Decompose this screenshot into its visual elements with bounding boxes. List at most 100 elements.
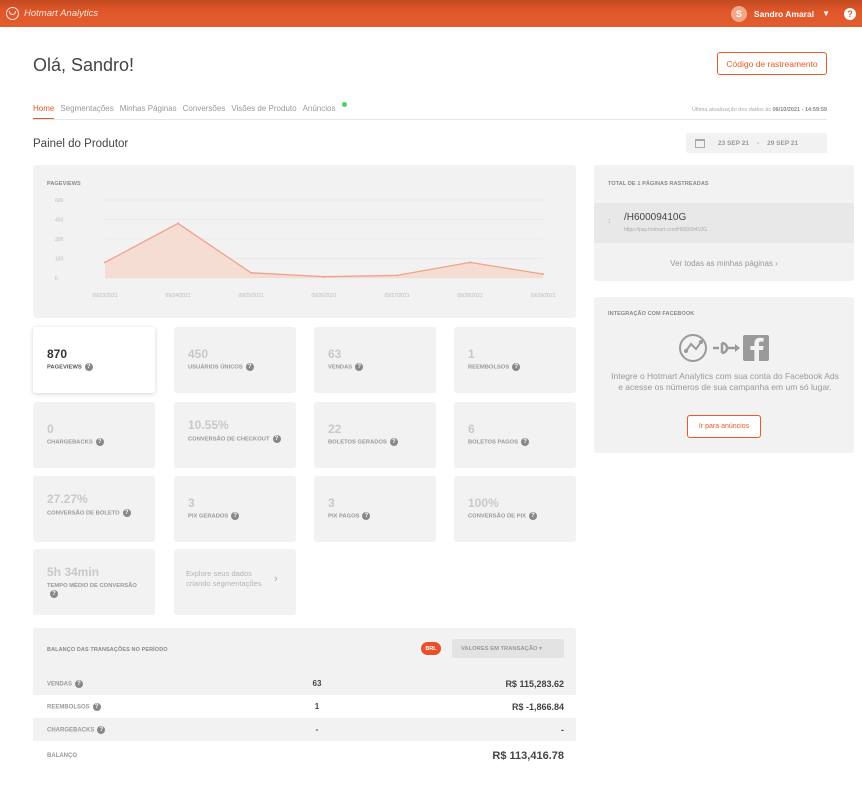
help-icon[interactable]: ? xyxy=(389,438,398,446)
data-point[interactable] xyxy=(250,271,252,274)
values-select[interactable]: VALORES EM TRANSAÇÃO ▾ xyxy=(452,639,564,658)
x-tick-label: 09/29/2021 xyxy=(530,293,555,299)
help-icon[interactable]: ? xyxy=(362,512,371,520)
stat-card[interactable]: 6 BOLETOS PAGOS? xyxy=(454,402,576,468)
tabs-divider xyxy=(33,119,827,120)
stat-label: CHARGEBACKS? xyxy=(47,438,147,447)
row-label-text: REEMBOLSOS xyxy=(47,704,90,711)
chevron-down-icon[interactable]: ▼ xyxy=(822,9,830,18)
x-tick-label: 09/24/2021 xyxy=(165,293,190,299)
help-icon[interactable]: ? xyxy=(122,509,131,517)
stat-label-text: CONVERSÃO DE PIX xyxy=(468,513,526,520)
balance-title: BALANÇO DAS TRANSAÇÕES NO PERÍODO xyxy=(47,647,168,653)
page-greeting: Olá, Sandro! xyxy=(33,55,135,75)
stat-label-text: TEMPO MÉDIO DE CONVERSÃO xyxy=(47,583,137,589)
help-icon[interactable]: ? xyxy=(84,363,93,371)
stat-card[interactable]: 870 PAGEVIEWS? xyxy=(33,327,155,393)
total-amount: R$ 113,416.78 xyxy=(492,749,564,762)
page-index: 1 xyxy=(608,219,611,225)
stat-card[interactable]: 450 USUÁRIOS ÚNICOS? xyxy=(174,327,296,393)
x-tick-label: 09/26/2021 xyxy=(311,293,336,299)
data-point[interactable] xyxy=(323,275,325,278)
stat-label: TEMPO MÉDIO DE CONVERSÃO? xyxy=(47,582,147,599)
stat-label-text: PIX PAGOS xyxy=(328,513,360,520)
help-icon[interactable]: ? xyxy=(521,438,530,446)
help-icon[interactable]: ? xyxy=(50,590,58,598)
stat-value: 5h 34min xyxy=(47,565,100,579)
help-icon[interactable]: ? xyxy=(231,512,240,520)
stat-card[interactable]: 27.27% CONVERSÃO DE BOLETO? xyxy=(33,476,155,542)
data-point[interactable] xyxy=(104,261,106,264)
stat-label-text: CONVERSÃO DE BOLETO xyxy=(47,510,120,517)
page-url: https://pay.hotmart.com/H60009410G xyxy=(624,227,708,233)
user-name: Sandro Amaral xyxy=(753,8,815,19)
date-end: 29 SEP 21 xyxy=(767,139,799,147)
pageviews-chart-panel: PAGEVIEWS 600 450 300 150 0 09/23/2021 09/24/2… xyxy=(33,165,576,318)
date-separator: - xyxy=(756,139,760,147)
stat-label-text: VENDAS xyxy=(328,364,353,371)
total-label: BALANÇO xyxy=(47,752,77,759)
help-icon[interactable]: ? xyxy=(272,435,281,443)
tab-segmentacoes[interactable]: Segmentações xyxy=(60,104,113,113)
brand[interactable]: Hotmart Analytics xyxy=(6,7,98,20)
stat-label-text: BOLETOS GERADOS xyxy=(328,439,387,446)
stat-label: CONVERSÃO DE PIX? xyxy=(468,512,568,521)
help-icon[interactable]: ? xyxy=(75,679,84,688)
data-point[interactable] xyxy=(542,273,544,276)
tab-conversoes[interactable]: Conversões xyxy=(183,104,226,113)
pageviews-area xyxy=(105,223,543,278)
help-icon[interactable]: ? xyxy=(95,438,104,446)
y-tick-label: 450 xyxy=(55,218,64,224)
stat-card[interactable]: 5h 34min TEMPO MÉDIO DE CONVERSÃO? xyxy=(33,549,155,615)
stat-card[interactable]: 63 VENDAS? xyxy=(314,327,436,393)
explore-segmentations-card[interactable]: Explore seus dados criando segmentações … xyxy=(174,549,296,615)
balance-row: REEMBOLSOS? 1 R$ -1,866.84 xyxy=(33,695,576,718)
tab-anuncios[interactable]: Anúncios xyxy=(303,102,348,113)
go-to-ads-button[interactable]: Ir para anúncios xyxy=(687,415,761,438)
help-icon[interactable]: ? xyxy=(355,363,364,371)
list-item[interactable]: 1 /H60009410G https://pay.hotmart.com/H6… xyxy=(594,203,854,243)
row-count: 63 xyxy=(312,679,322,688)
data-point[interactable] xyxy=(177,222,179,225)
tab-home[interactable]: Home xyxy=(33,104,55,120)
user-menu[interactable]: S Sandro Amaral ▼ ? xyxy=(730,5,856,22)
stat-value: 63 xyxy=(328,347,342,361)
integration-icons xyxy=(679,334,769,362)
stat-value: 3 xyxy=(188,496,195,510)
tracking-code-button[interactable]: Código de rastreamento xyxy=(717,52,827,75)
help-icon[interactable]: ? xyxy=(528,512,537,520)
balance-header: BALANÇO DAS TRANSAÇÕES NO PERÍODO BRL VA… xyxy=(33,628,576,672)
stat-card[interactable]: 100% CONVERSÃO DE PIX? xyxy=(454,476,576,542)
stat-card[interactable]: 3 PIX PAGOS? xyxy=(314,476,436,542)
stat-value: 0 xyxy=(47,422,54,436)
stat-card[interactable]: 1 REEMBOLSOS? xyxy=(454,327,576,393)
brand-name: Hotmart Analytics xyxy=(24,8,99,19)
calendar-icon xyxy=(695,138,705,148)
tab-visoes-produto[interactable]: Visões de Produto xyxy=(231,104,296,113)
stat-value: 6 xyxy=(468,422,475,436)
page-title: Painel do Produtor xyxy=(33,138,129,150)
see-all-pages-link[interactable]: Ver todas as minhas páginas › xyxy=(594,259,854,268)
data-point[interactable] xyxy=(396,274,398,277)
currency-badge[interactable]: BRL xyxy=(421,642,441,655)
stat-value: 22 xyxy=(328,422,342,436)
facebook-title: INTEGRAÇÃO COM FACEBOOK xyxy=(608,311,695,317)
y-tick-label: 600 xyxy=(55,198,64,204)
stat-value: 10.55% xyxy=(188,418,229,432)
tab-minhas-paginas[interactable]: Minhas Páginas xyxy=(120,104,177,113)
help-icon[interactable]: ? xyxy=(245,363,254,371)
stat-card[interactable]: 10.55% CONVERSÃO DE CHECKOUT? xyxy=(174,402,296,468)
stat-card[interactable]: 0 CHARGEBACKS? xyxy=(33,402,155,468)
help-icon[interactable]: ? xyxy=(97,725,106,734)
date-range-picker[interactable]: 23 SEP 21 - 29 SEP 21 xyxy=(686,133,827,153)
help-icon[interactable]: ? xyxy=(92,702,101,711)
help-icon[interactable]: ? xyxy=(844,7,856,20)
data-point[interactable] xyxy=(469,261,471,264)
help-icon[interactable]: ? xyxy=(512,363,521,371)
stat-card[interactable]: 22 BOLETOS GERADOS? xyxy=(314,402,436,468)
row-label-text: VENDAS xyxy=(47,681,73,688)
row-amount: - xyxy=(561,724,564,735)
row-label: VENDAS? xyxy=(47,679,84,688)
stat-value: 450 xyxy=(188,347,209,361)
stat-card[interactable]: 3 PIX GERADOS? xyxy=(174,476,296,542)
